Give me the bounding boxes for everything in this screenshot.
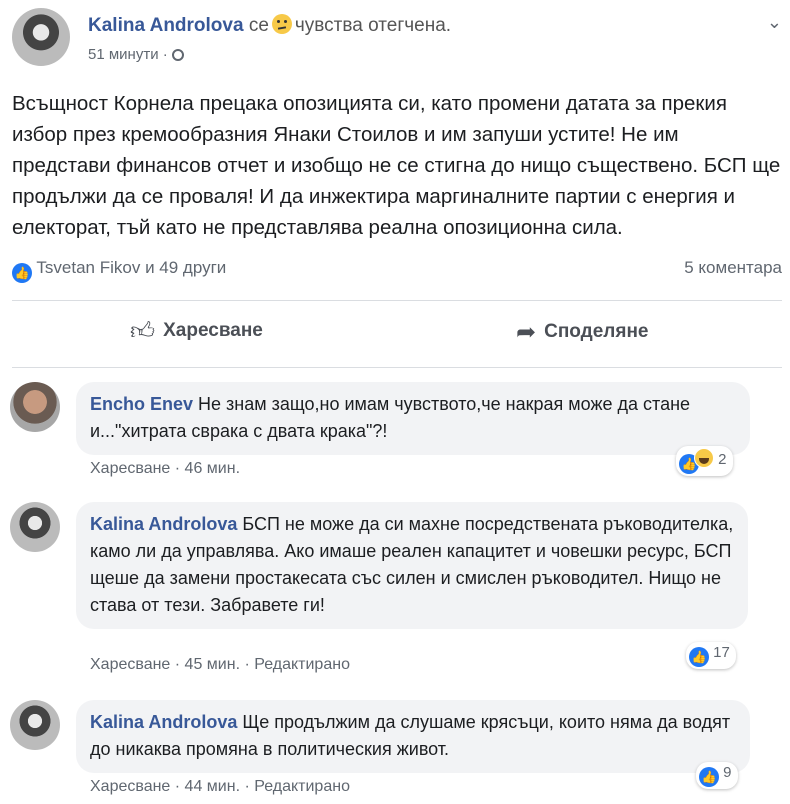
comment-bubble: Encho Enev Не знам защо,но имам чувството… bbox=[76, 382, 750, 455]
comment-meta: Харесване · 45 мин. · Редактирано bbox=[90, 656, 350, 673]
post-timestamp[interactable]: 51 минути bbox=[88, 46, 159, 63]
like-reaction-icon: 👍 bbox=[12, 263, 32, 283]
comment-time[interactable]: 46 мин. bbox=[185, 460, 240, 477]
bored-emoji-icon bbox=[271, 14, 292, 34]
globe-icon bbox=[171, 49, 184, 61]
comment-reactions[interactable]: 👍 17 bbox=[686, 642, 736, 669]
post-text: Всъщност Корнела прецака опозицията си, … bbox=[12, 92, 781, 239]
post-author-line: Kalina Androlova се чувства отегчена. bbox=[88, 14, 451, 37]
like-button-label: Харесване bbox=[163, 320, 263, 341]
post-reactions-text: Tsvetan Fikov и 49 други bbox=[36, 258, 227, 277]
comment-bubble: Kalina Androlova Ще продължим да слушаме … bbox=[76, 700, 750, 773]
like-reaction-icon: 👍 bbox=[699, 767, 719, 787]
share-arrow-icon: ➦ bbox=[516, 319, 537, 346]
feeling-prefix: се bbox=[248, 15, 269, 36]
reaction-count: 17 bbox=[713, 644, 730, 661]
feeling-text: чувства отегчена. bbox=[294, 15, 452, 36]
comment-time[interactable]: 45 мин. bbox=[185, 656, 240, 673]
post-options-icon[interactable]: ⌄ bbox=[767, 12, 782, 33]
comment-reactions[interactable]: 👍 2 bbox=[676, 446, 733, 476]
post-reactions-row: 👍 Tsvetan Fikov и 49 други 5 коментара bbox=[12, 256, 782, 283]
comment-like-link[interactable]: Харесване bbox=[90, 778, 170, 795]
post-reactions[interactable]: 👍 Tsvetan Fikov и 49 други bbox=[12, 258, 226, 283]
commenter-avatar[interactable] bbox=[10, 382, 60, 432]
reaction-count: 9 bbox=[723, 764, 732, 781]
commenter-avatar[interactable] bbox=[10, 502, 60, 552]
like-reaction-icon: 👍 bbox=[689, 647, 709, 667]
share-button-label: Споделяне bbox=[544, 321, 649, 342]
comment-meta: Харесване · 44 мин. · Редактирано bbox=[90, 778, 350, 795]
like-button[interactable]: 👍︎ Харесване bbox=[130, 318, 263, 346]
comment-author[interactable]: Encho Enev bbox=[90, 394, 193, 414]
comment-meta: Харесване · 46 мин. bbox=[90, 460, 241, 477]
commenter-avatar[interactable] bbox=[10, 700, 60, 750]
post-action-bar: 👍︎ Харесване ➦ Споделяне bbox=[12, 300, 782, 368]
post-author-name[interactable]: Kalina Androlova bbox=[88, 15, 244, 36]
comment-like-link[interactable]: Харесване bbox=[90, 460, 170, 477]
reaction-count: 2 bbox=[718, 451, 727, 468]
comment-author[interactable]: Kalina Androlova bbox=[90, 514, 237, 534]
post-header: Kalina Androlova се чувства отегчена. 51 … bbox=[12, 8, 782, 68]
haha-reaction-icon bbox=[694, 448, 714, 468]
author-avatar[interactable] bbox=[12, 8, 70, 66]
comment-like-link[interactable]: Харесване bbox=[90, 656, 170, 673]
edited-label[interactable]: Редактирано bbox=[254, 778, 350, 795]
comment-time[interactable]: 44 мин. bbox=[185, 778, 240, 795]
edited-label[interactable]: Редактирано bbox=[254, 656, 350, 673]
comment-author[interactable]: Kalina Androlova bbox=[90, 712, 237, 732]
comment-count[interactable]: 5 коментара bbox=[684, 258, 782, 278]
thumbs-up-icon: 👍︎ bbox=[130, 318, 156, 345]
comment-reactions[interactable]: 👍 9 bbox=[696, 762, 738, 789]
comment-bubble: Kalina Androlova БСП не може да си махне … bbox=[76, 502, 748, 629]
post-meta: 51 минути · bbox=[88, 46, 184, 63]
share-button[interactable]: ➦ Споделяне bbox=[516, 318, 649, 347]
